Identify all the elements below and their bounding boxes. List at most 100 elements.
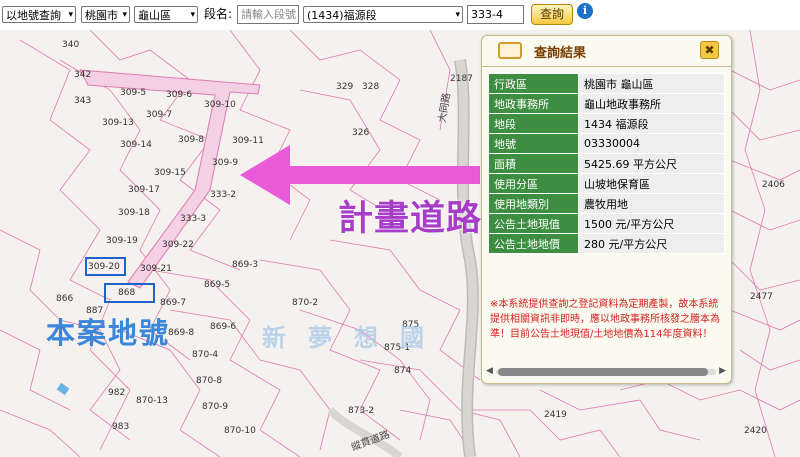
chevron-down-icon: ▾	[455, 10, 460, 20]
parcel-label: 309-21	[140, 264, 172, 274]
city-select[interactable]: 桃園市 ▾	[81, 6, 130, 23]
info-icon[interactable]: i	[577, 3, 593, 19]
parcel-label: 2420	[744, 426, 767, 436]
close-icon[interactable]: ✖	[700, 41, 719, 59]
parcel-label: 309-20	[88, 262, 120, 272]
scroll-left-icon[interactable]: ◀	[486, 366, 493, 376]
parcel-label: 870-8	[196, 376, 223, 386]
parcel-label: 873-2	[348, 406, 375, 416]
query-type-select[interactable]: 以地號查詢 ▾	[2, 6, 76, 23]
scroll-right-icon[interactable]: ▶	[719, 366, 726, 376]
planned-road-label: 計畫道路	[338, 199, 483, 239]
result-row: 使用分區 山坡地保育區	[488, 173, 725, 194]
parcel-label: 328	[362, 82, 380, 92]
result-value: 農牧用地	[578, 193, 725, 214]
parcel-label: 309-6	[166, 90, 193, 100]
section-label: 段名:	[204, 7, 233, 21]
query-result-panel: 查詢結果 ✖ 行政區 桃園市 龜山區 地政事務所 龜山地政事務所 地段 1434 福源段地…	[481, 35, 732, 384]
parcel-label: 870-4	[192, 350, 219, 360]
result-table: 行政區 桃園市 龜山區 地政事務所 龜山地政事務所 地段 1434 福源段 地號 033300…	[488, 73, 725, 254]
search-button[interactable]: 查詢	[531, 4, 573, 25]
parcel-label: 869-7	[160, 298, 187, 308]
parcel-label: 309-17	[128, 185, 160, 195]
parcel-label: 329	[336, 82, 354, 92]
result-row: 地號 03330004	[488, 133, 725, 154]
result-value: 03330004	[578, 133, 725, 154]
parcel-label: 983	[112, 422, 130, 432]
parcel-label: 874	[394, 366, 412, 376]
result-value: 280 元/平方公尺	[578, 233, 725, 254]
result-key: 使用分區	[488, 173, 579, 194]
panel-title: 查詢結果	[534, 46, 587, 61]
parcel-label: 340	[62, 40, 80, 50]
result-key: 地政事務所	[488, 93, 579, 114]
parcel-label: 309-8	[178, 135, 205, 145]
result-row: 行政區 桃園市 龜山區	[488, 73, 725, 94]
result-row: 地段 1434 福源段	[488, 113, 725, 134]
parcel-label: 982	[108, 388, 126, 398]
chevron-down-icon: ▾	[190, 10, 195, 20]
result-value: 1500 元/平方公尺	[578, 213, 725, 234]
result-row: 公告土地現值 1500 元/平方公尺	[488, 213, 725, 234]
case-parcel-label: 本案地號	[46, 316, 171, 350]
section-search-input[interactable]: 請輸入段號	[237, 5, 299, 24]
parcel-label: 309-11	[232, 136, 264, 146]
watermark: 新夢想國	[262, 324, 446, 352]
result-value: 1434 福源段	[578, 113, 725, 134]
parcel-label: 309-13	[102, 118, 134, 128]
parcel-label: 2187	[450, 74, 473, 84]
result-key: 行政區	[488, 73, 579, 94]
district-select[interactable]: 龜山區 ▾	[134, 6, 198, 23]
parcel-label: 870-2	[292, 298, 319, 308]
result-row: 地政事務所 龜山地政事務所	[488, 93, 725, 114]
parcel-label: 342	[74, 70, 92, 80]
result-value: 5425.69 平方公尺	[578, 153, 725, 174]
result-key: 地號	[488, 133, 579, 154]
toolbar: 以地號查詢 ▾ 桃園市 ▾ 龜山區 ▾ 段名: 請輸入段號 (1434)福源段 ▾ 33…	[0, 0, 800, 30]
parcel-label: 2419	[544, 410, 567, 420]
result-value: 桃園市 龜山區	[578, 73, 725, 94]
parcel-number-input[interactable]: 333-4	[467, 5, 524, 24]
panel-header: 查詢結果 ✖	[482, 36, 731, 67]
parcel-label: 333-2	[210, 190, 237, 200]
parcel-label: 2406	[762, 180, 785, 190]
parcel-label: 309-18	[118, 208, 150, 218]
scroll-thumb[interactable]	[498, 368, 708, 376]
parcel-label: 869-8	[168, 328, 195, 338]
parcel-label: 309-5	[120, 88, 147, 98]
result-row: 面積 5425.69 平方公尺	[488, 153, 725, 174]
disclaimer-note: ※本系統提供查詢之登記資料為定期產製，故本系統提供相關資訊非即時，應以地政事務所…	[490, 299, 720, 340]
parcel-label: 866	[56, 294, 74, 304]
parcel-label: 869-3	[232, 260, 259, 270]
result-key: 面積	[488, 153, 579, 174]
folder-search-icon	[498, 42, 522, 59]
parcel-label: 870-13	[136, 396, 168, 406]
parcel-label: 309-15	[154, 168, 186, 178]
result-key: 公告土地現值	[488, 213, 579, 234]
result-row: 使用地類別 農牧用地	[488, 193, 725, 214]
parcel-label: 326	[352, 128, 370, 138]
parcel-label: 2477	[750, 292, 773, 302]
parcel-label: 868	[118, 288, 136, 298]
result-value: 龜山地政事務所	[578, 93, 725, 114]
result-key: 使用地類別	[488, 193, 579, 214]
parcel-label: 870-9	[202, 402, 229, 412]
section-select[interactable]: (1434)福源段 ▾	[303, 6, 463, 23]
parcel-label: 870-10	[224, 426, 256, 436]
horizontal-scrollbar[interactable]: ◀ ▶	[486, 366, 726, 378]
parcel-label: 309-22	[162, 240, 194, 250]
chevron-down-icon: ▾	[122, 10, 127, 20]
parcel-label: 869-6	[210, 322, 237, 332]
result-key: 地段	[488, 113, 579, 134]
result-value: 山坡地保育區	[578, 173, 725, 194]
parcel-label: 333-3	[180, 214, 207, 224]
parcel-label: 309-14	[120, 140, 152, 150]
parcel-label: 309-10	[204, 100, 236, 110]
result-row: 公告土地地價 280 元/平方公尺	[488, 233, 725, 254]
chevron-down-icon: ▾	[68, 10, 73, 20]
result-key: 公告土地地價	[488, 233, 579, 254]
parcel-label: 309-19	[106, 236, 138, 246]
parcel-label: 869-5	[204, 280, 231, 290]
parcel-label: 309-9	[212, 158, 239, 168]
parcel-label: 309-7	[146, 110, 173, 120]
